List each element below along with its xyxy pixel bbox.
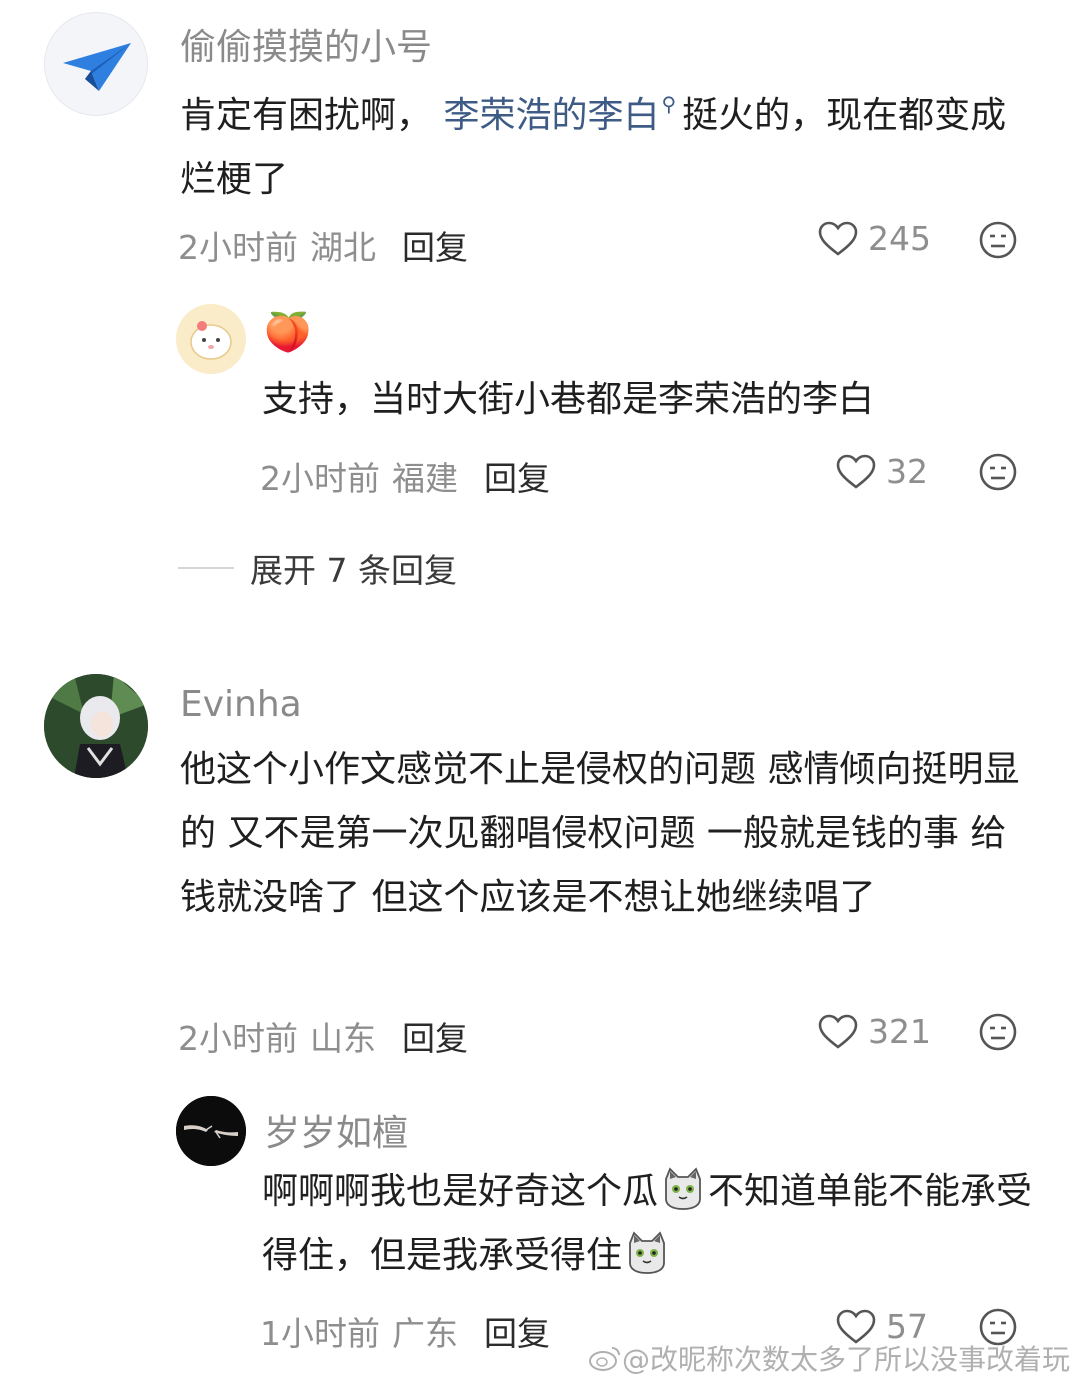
heart-icon <box>818 1014 858 1049</box>
timestamp: 2小时前 <box>178 1019 298 1058</box>
watermark-text: @改昵称次数太多了所以没事改着玩 <box>621 1343 1070 1376</box>
comment-meta: 2小时前 山东 回复 <box>178 1012 468 1060</box>
like-button[interactable]: 245 <box>818 219 931 258</box>
dislike-button[interactable] <box>978 220 1018 264</box>
reply-button[interactable]: 回复 <box>402 228 468 267</box>
avatar[interactable] <box>44 12 148 116</box>
anime-character-icon <box>44 674 148 778</box>
username[interactable]: 岁岁如檀 <box>264 1104 408 1156</box>
divider <box>178 567 234 569</box>
avatar[interactable] <box>44 674 148 778</box>
username[interactable]: Evinha <box>180 684 302 725</box>
location: 湖北 <box>310 228 376 267</box>
dislike-button[interactable] <box>978 1012 1018 1056</box>
unhappy-face-icon <box>979 1013 1017 1051</box>
timestamp: 1小时前 <box>260 1314 380 1353</box>
search-icon[interactable]: ⚲ <box>661 72 676 136</box>
avatar[interactable] <box>176 1096 246 1166</box>
expand-replies-label: 展开 7 条回复 <box>250 551 457 590</box>
comment-text: 肯定有困扰啊， 李荣浩的李白 ⚲ 挺火的，现在都变成烂梗了 <box>180 72 1040 212</box>
mention-link[interactable]: 李荣浩的李白 <box>443 95 659 136</box>
weibo-logo-icon <box>588 1347 620 1371</box>
paper-plane-icon <box>63 43 131 91</box>
username[interactable]: 🍑 <box>264 310 311 355</box>
like-button[interactable]: 321 <box>818 1012 931 1051</box>
expand-replies-button[interactable]: 展开 7 条回复 <box>178 544 457 592</box>
timestamp: 2小时前 <box>260 459 380 498</box>
cartoon-pet-icon <box>190 321 232 360</box>
hands-icon <box>176 1096 246 1166</box>
unhappy-face-icon <box>979 221 1017 259</box>
timestamp: 2小时前 <box>178 228 298 267</box>
location: 福建 <box>392 459 458 498</box>
reply-meta: 1小时前 广东 回复 <box>260 1307 550 1355</box>
like-count: 245 <box>868 219 931 258</box>
comment-meta: 2小时前 湖北 回复 <box>178 221 468 269</box>
location: 山东 <box>310 1019 376 1058</box>
unhappy-face-icon <box>979 453 1017 491</box>
like-button[interactable]: 32 <box>836 452 928 491</box>
heart-icon <box>818 221 858 256</box>
reply-text-part1: 啊啊啊我也是好奇这个瓜 <box>262 1171 659 1212</box>
dislike-button[interactable] <box>978 452 1018 496</box>
reply-text: 啊啊啊我也是好奇这个瓜 不知道单能不能承受得住，但是我承受得住 <box>262 1160 1042 1288</box>
watermark: @改昵称次数太多了所以没事改着玩 <box>588 1338 1070 1378</box>
reply-button[interactable]: 回复 <box>402 1019 468 1058</box>
reply-button[interactable]: 回复 <box>484 459 550 498</box>
comment-text-before: 肯定有困扰啊， <box>180 95 433 136</box>
like-count: 321 <box>868 1012 931 1051</box>
cat-emoji-icon <box>665 1167 701 1210</box>
reply-button[interactable]: 回复 <box>484 1314 550 1353</box>
comment-text: 他这个小作文感觉不止是侵权的问题 感情倾向挺明显的 又不是第一次见翻唱侵权问题 … <box>180 749 1020 918</box>
avatar[interactable] <box>176 304 246 374</box>
location: 广东 <box>392 1314 458 1353</box>
username[interactable]: 偷偷摸摸的小号 <box>180 18 432 70</box>
like-count: 32 <box>886 452 928 491</box>
reply-text: 支持，当时大街小巷都是李荣浩的李白 <box>262 379 875 420</box>
reply-meta: 2小时前 福建 回复 <box>260 452 550 500</box>
heart-icon <box>836 454 876 489</box>
cat-emoji-icon <box>629 1231 665 1274</box>
